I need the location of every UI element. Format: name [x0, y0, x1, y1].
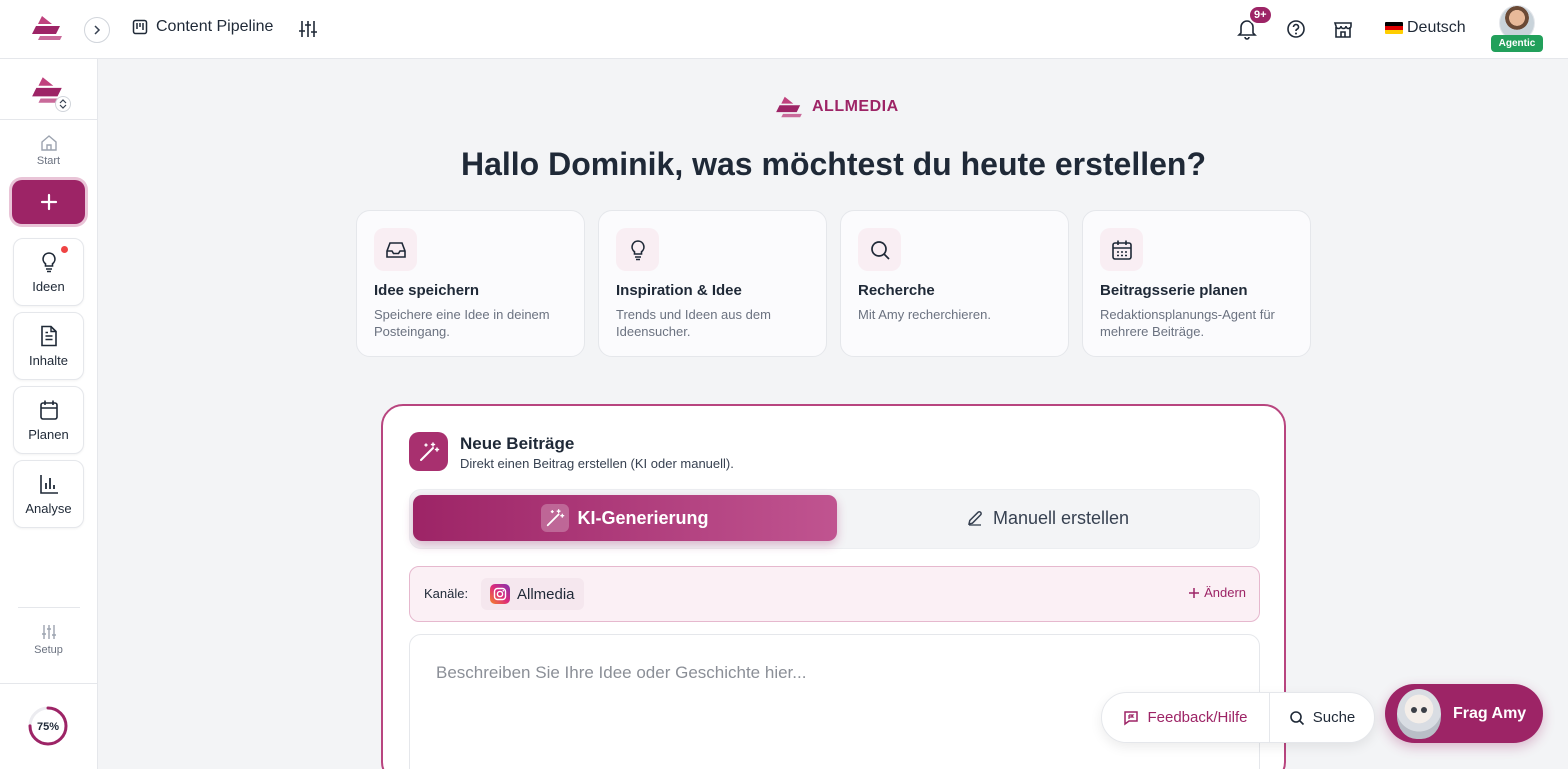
lightbulb-icon: [41, 251, 56, 272]
sidebar-item-label: Ideen: [32, 278, 65, 294]
progress-ring-icon: 75%: [28, 706, 68, 746]
calendar-icon: [1111, 240, 1132, 260]
kanban-icon: [132, 19, 148, 35]
workspace-switch-button[interactable]: [55, 96, 71, 112]
instagram-icon: [490, 584, 510, 604]
sidebar: Start Ideen Inhalte Planen Analyse Setup…: [0, 59, 98, 769]
document-icon: [40, 325, 57, 346]
tab-ki-label: KI-Generierung: [577, 507, 709, 528]
sidebar-item-label: Analyse: [25, 500, 72, 516]
tab-manual-label: Manuell erstellen: [992, 507, 1130, 528]
channel-name: Allmedia: [517, 585, 575, 603]
quick-action-desc: Mit Amy recherchieren.: [858, 307, 991, 322]
quick-action-inspiration[interactable]: Inspiration & Idee Trends und Ideen aus …: [598, 210, 827, 357]
pipeline-title: Content Pipeline: [156, 18, 274, 35]
tab-ki-generierung[interactable]: KI-Generierung: [413, 495, 837, 541]
app-logo-icon[interactable]: [30, 14, 64, 42]
quick-action-recherche[interactable]: Recherche Mit Amy recherchieren.: [840, 210, 1069, 357]
help-icon[interactable]: [1286, 19, 1306, 39]
ask-amy-button[interactable]: Frag Amy: [1385, 684, 1543, 743]
sidebar-divider: [18, 607, 80, 608]
qicon-wrap: [1100, 228, 1143, 271]
search-icon: [1289, 710, 1304, 725]
amy-label: Frag Amy: [1453, 704, 1527, 722]
sidebar-item-label: Inhalte: [28, 352, 69, 368]
panel-title: Neue Beiträge: [460, 434, 575, 453]
sidebar-item-planen[interactable]: Planen: [13, 386, 84, 454]
agentic-badge: Agentic: [1491, 35, 1543, 52]
top-bar: Content Pipeline 9+ Deutsch Agentic: [0, 0, 1568, 59]
qicon-wrap: [374, 228, 417, 271]
search-icon: [870, 240, 890, 260]
change-label: Ändern: [1204, 585, 1246, 600]
sliders-icon[interactable]: [298, 19, 318, 39]
sidebar-divider: [0, 683, 97, 684]
brand-name: ALLMEDIA: [812, 98, 899, 115]
qicon-wrap: [858, 228, 901, 271]
quick-action-idee-speichern[interactable]: Idee speichern Speichere eine Idee in de…: [356, 210, 585, 357]
store-icon[interactable]: [1333, 19, 1353, 39]
sidebar-item-label: Planen: [28, 426, 69, 442]
create-new-button[interactable]: [12, 180, 85, 224]
sidebar-expand-button[interactable]: [84, 17, 110, 43]
panel-subtitle: Direkt einen Beitrag erstellen (KI oder …: [460, 456, 734, 471]
channels-label: Kanäle:: [424, 586, 469, 601]
channel-chip[interactable]: Allmedia: [481, 578, 584, 610]
pencil-icon: [967, 511, 982, 526]
sidebar-start-label: Start: [36, 155, 61, 167]
sidebar-divider: [0, 119, 97, 120]
language-label: Deutsch: [1407, 19, 1466, 36]
create-mode-tabs: KI-Generierung Manuell erstellen: [409, 489, 1260, 549]
tab-manuell-erstellen[interactable]: Manuell erstellen: [837, 495, 1258, 541]
feedback-button[interactable]: Feedback/Hilfe: [1102, 693, 1270, 742]
quick-action-desc: Redaktionsplanungs-Agent für mehrere Bei…: [1100, 307, 1275, 339]
search-button[interactable]: Suche: [1270, 693, 1374, 742]
tab-ki-icon-wrap: [541, 504, 570, 532]
lightbulb-icon: [630, 239, 645, 260]
german-flag-icon: [1385, 22, 1403, 34]
sidebar-item-setup[interactable]: Setup: [0, 623, 97, 656]
brand-logo: ALLMEDIA: [774, 95, 899, 119]
magic-wand-icon: [419, 441, 439, 461]
plus-icon: [40, 193, 57, 211]
setup-progress-ring[interactable]: 75%: [27, 705, 69, 747]
notification-badge: 9+: [1248, 5, 1273, 25]
progress-label: 75%: [37, 721, 59, 733]
sidebar-item-ideen[interactable]: Ideen: [13, 238, 84, 306]
bar-chart-icon: [39, 474, 58, 494]
quick-action-title: Inspiration & Idee: [616, 282, 742, 299]
channel-selector: Kanäle: Allmedia Ändern: [409, 566, 1260, 622]
search-label: Suche: [1312, 709, 1356, 726]
unread-dot: [61, 246, 68, 253]
language-select[interactable]: Deutsch: [1385, 19, 1466, 37]
magic-wand-badge: [409, 432, 448, 471]
sliders-icon: [41, 625, 56, 639]
quick-action-title: Idee speichern: [374, 282, 480, 299]
quick-action-title: Beitragsserie planen: [1100, 282, 1248, 299]
chevron-updown-icon: [59, 99, 67, 109]
floating-action-group: Feedback/Hilfe Suche: [1101, 692, 1375, 743]
sidebar-item-inhalte[interactable]: Inhalte: [13, 312, 84, 380]
chevron-right-icon: [94, 25, 101, 35]
sidebar-item-analyse[interactable]: Analyse: [13, 460, 84, 528]
magic-wand-icon: [547, 509, 565, 527]
quick-action-title: Recherche: [858, 282, 935, 299]
feedback-label: Feedback/Hilfe: [1147, 709, 1248, 726]
inbox-icon: [385, 241, 406, 258]
calendar-icon: [39, 400, 58, 420]
message-flag-icon: [1124, 710, 1139, 725]
change-channels-button[interactable]: Ändern: [1188, 585, 1246, 600]
quick-action-beitragsserie[interactable]: Beitragsserie planen Redaktionsplanungs-…: [1082, 210, 1311, 357]
sidebar-setup-label: Setup: [34, 644, 63, 656]
home-icon: [40, 135, 57, 151]
qicon-wrap: [616, 228, 659, 271]
quick-action-desc: Trends und Ideen aus dem Ideensucher.: [616, 307, 771, 339]
quick-action-desc: Speichere eine Idee in deinem Posteingan…: [374, 307, 550, 339]
amy-avatar: [1397, 688, 1441, 739]
plus-icon: [1189, 587, 1200, 598]
pipeline-breadcrumb[interactable]: Content Pipeline: [132, 18, 273, 36]
sidebar-item-start[interactable]: Start: [0, 134, 97, 167]
brand-logo-icon: [776, 96, 802, 118]
greeting-heading: Hallo Dominik, was möchtest du heute ers…: [460, 146, 1207, 182]
